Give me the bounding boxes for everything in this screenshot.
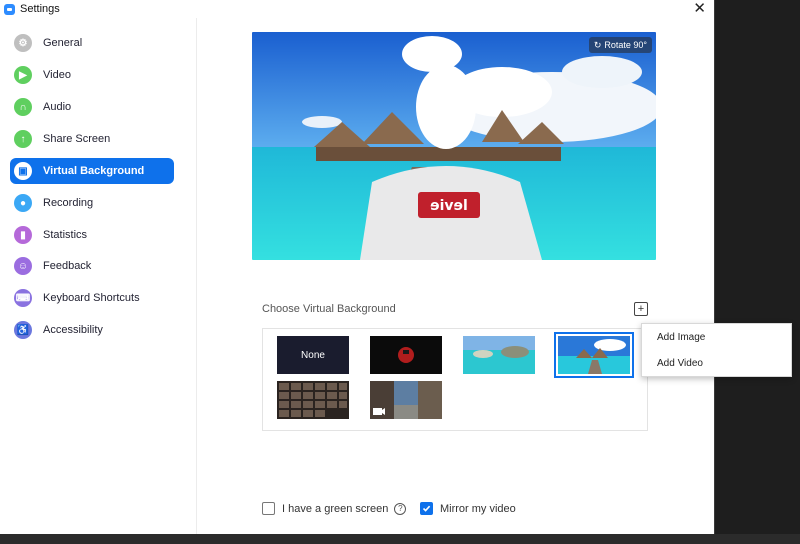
sidebar-item-audio[interactable]: ∩ Audio (10, 94, 174, 120)
dark-character-image (370, 336, 442, 374)
video-camera-icon: ▶ (14, 66, 32, 84)
background-thumb-beach[interactable] (554, 332, 634, 378)
sidebar-item-label: Share Screen (43, 133, 111, 145)
menu-item-add-video[interactable]: Add Video (657, 358, 703, 369)
background-thumb-grid[interactable] (277, 381, 349, 419)
sidebar-item-virtual-background[interactable]: ▣ Virtual Background (10, 158, 174, 184)
virtual-background-icon: ▣ (14, 162, 32, 180)
background-thumb-lagoon[interactable] (463, 336, 535, 374)
green-screen-checkbox[interactable] (262, 502, 275, 515)
background-thumb-street-video[interactable] (370, 381, 442, 419)
sidebar-item-label: Keyboard Shortcuts (43, 292, 140, 304)
beach-bungalow-image (558, 336, 630, 374)
share-screen-icon: ↑ (14, 130, 32, 148)
sidebar-item-label: Recording (43, 197, 94, 209)
keyboard-icon: ⌨ (14, 289, 32, 307)
sidebar-item-keyboard-shortcuts[interactable]: ⌨ Keyboard Shortcuts (10, 285, 174, 311)
sidebar-item-feedback[interactable]: ☺ Feedback (10, 253, 174, 279)
desktop-taskbar-edge (0, 534, 800, 544)
background-thumb-dark[interactable] (370, 336, 442, 374)
choose-background-label: Choose Virtual Background (262, 303, 396, 315)
street-video-image (370, 381, 442, 419)
green-screen-option[interactable]: I have a green screen ? (262, 502, 407, 515)
add-background-button[interactable]: + (634, 302, 648, 316)
sidebar-item-label: Statistics (43, 229, 88, 241)
plus-icon: + (637, 302, 645, 315)
mirror-video-label: Mirror my video (440, 502, 516, 515)
sidebar-item-label: General (43, 37, 83, 49)
headphones-icon: ∩ (14, 98, 32, 116)
close-icon[interactable]: ✕ (693, 1, 706, 16)
sidebar-item-video[interactable]: ▶ Video (10, 62, 174, 88)
feedback-icon: ☺ (14, 257, 32, 275)
video-grid-image (277, 381, 349, 419)
sidebar-item-general[interactable]: ⚙ General (10, 30, 174, 56)
background-thumb-none[interactable]: None (277, 336, 349, 374)
title-bar: Settings ✕ (0, 0, 714, 18)
background-gallery: None (262, 328, 648, 431)
sidebar: ⚙ General ▶ Video ∩ Audio ↑ Share Screen… (0, 18, 197, 534)
sidebar-item-recording[interactable]: ● Recording (10, 190, 174, 216)
zoom-app-icon (4, 3, 15, 15)
beach-background-image: ɘivɘl (252, 32, 656, 260)
sidebar-item-statistics[interactable]: ▮ Statistics (10, 222, 174, 248)
mirror-video-option[interactable]: Mirror my video (420, 502, 516, 515)
none-label: None (301, 349, 325, 361)
lagoon-image (463, 336, 535, 374)
help-icon[interactable]: ? (394, 502, 407, 515)
menu-item-add-image[interactable]: Add Image (657, 332, 705, 343)
statistics-icon: ▮ (14, 226, 32, 244)
window-title: Settings (20, 3, 60, 15)
sidebar-item-label: Accessibility (43, 324, 103, 336)
green-screen-label: I have a green screen (282, 502, 389, 515)
video-preview: ɘivɘl ↻ Rotate 90° (252, 32, 656, 260)
sidebar-item-label: Audio (43, 101, 72, 113)
sidebar-item-label: Virtual Background (43, 165, 145, 177)
sidebar-item-label: Feedback (43, 260, 92, 272)
sidebar-item-accessibility[interactable]: ♿ Accessibility (10, 317, 174, 343)
settings-window: Settings ✕ ⚙ General ▶ Video ∩ Audio ↑ S… (0, 0, 715, 534)
rotate-button[interactable]: ↻ Rotate 90° (588, 37, 652, 53)
svg-text:ɘivɘl: ɘivɘl (430, 198, 468, 214)
gear-icon: ⚙ (14, 34, 32, 52)
rotate-label: Rotate 90° (604, 40, 647, 50)
accessibility-icon: ♿ (14, 321, 32, 339)
mirror-video-checkbox[interactable] (420, 502, 433, 515)
sidebar-item-label: Video (43, 69, 71, 81)
add-background-menu: Add Image Add Video (641, 323, 792, 377)
checkmark-icon (422, 505, 431, 512)
sidebar-item-share-screen[interactable]: ↑ Share Screen (10, 126, 174, 152)
recording-icon: ● (14, 194, 32, 212)
rotate-icon: ↻ (593, 39, 602, 50)
